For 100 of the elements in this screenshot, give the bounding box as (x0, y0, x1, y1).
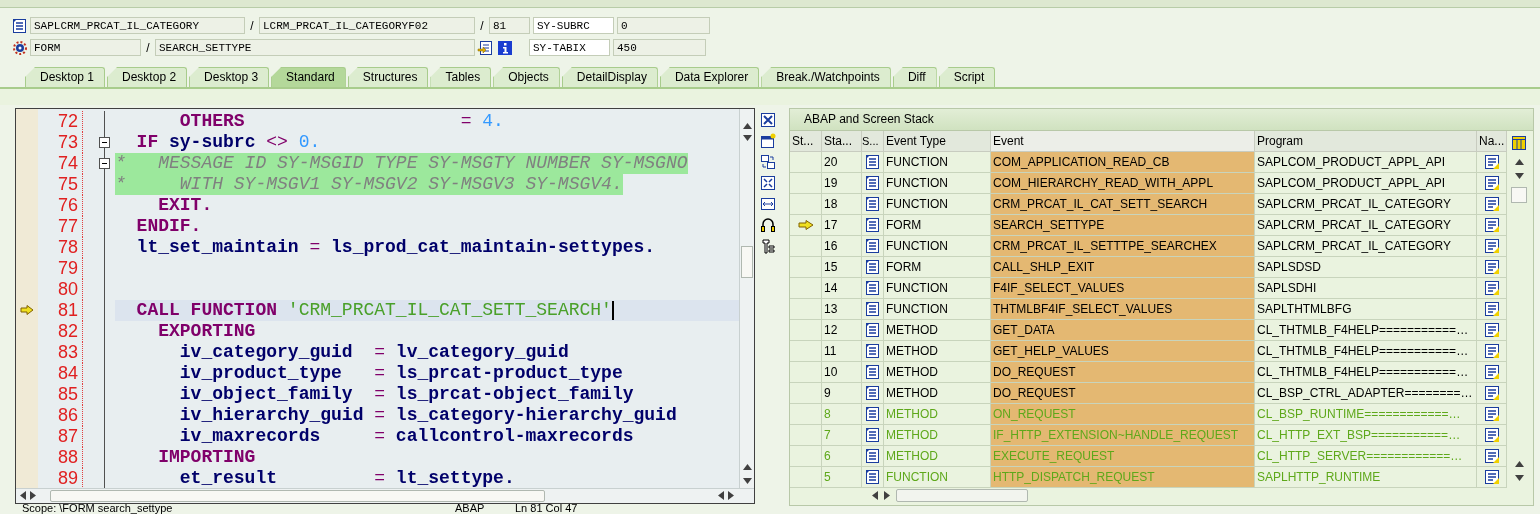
source-icon[interactable] (1483, 195, 1500, 212)
tab[interactable]: Desktop 3 (189, 66, 270, 87)
operator-text: = (373, 341, 387, 363)
operator-text: = (373, 362, 387, 384)
scroll-down-icon[interactable] (1514, 474, 1524, 481)
source-icon[interactable] (1483, 321, 1500, 338)
source-icon[interactable] (1483, 426, 1500, 443)
scroll-right-icon[interactable] (30, 491, 36, 501)
scroll-up-icon[interactable] (742, 463, 752, 470)
table-cell: 14 (822, 277, 862, 299)
column-header[interactable]: Event Type (884, 130, 991, 152)
table-cell: 6 (822, 445, 862, 467)
tab[interactable]: Data Explorer (659, 66, 760, 87)
stack-row[interactable]: 14 FUNCTION F4IF_SELECT_VALUES SAPLSDHI (790, 277, 1507, 299)
scrollbar-thumb[interactable] (896, 489, 1028, 503)
comment-text: * MESSAGE ID SY-MSGID TYPE SY-MSGTY NUMBER SY-MSGNO (115, 152, 688, 174)
tab[interactable]: Diff (892, 66, 937, 87)
scroll-up-icon[interactable] (742, 122, 752, 129)
scope-text: Scope: \FORM search_settype (22, 501, 174, 514)
close-icon[interactable] (760, 111, 776, 128)
source-icon[interactable] (1483, 258, 1500, 275)
source-icon[interactable] (1483, 174, 1500, 191)
column-header[interactable]: Na... (1477, 130, 1507, 152)
source-icon[interactable] (1483, 405, 1500, 422)
column-settings-icon[interactable] (1511, 134, 1527, 151)
collapse-icon[interactable] (98, 157, 110, 169)
tab[interactable]: Desktop 1 (25, 66, 106, 87)
scroll-left-icon[interactable] (872, 491, 878, 501)
stack-row[interactable]: 15 FORM CALL_SHLP_EXIT SAPLSDSD (790, 256, 1507, 278)
operator-text: = (373, 467, 387, 488)
line-number: 88 (38, 446, 83, 468)
source-icon[interactable] (1483, 342, 1500, 359)
line-number: 79 (38, 257, 83, 279)
stack-row[interactable]: 20 FUNCTION COM_APPLICATION_READ_CB SAPLCOM_PRODUCT_APPL_API (790, 151, 1507, 173)
variable-name-field: SY-TABIX (529, 39, 610, 57)
table-cell: F4IF_SELECT_VALUES (991, 277, 1255, 299)
stack-row[interactable]: 17 FORM SEARCH_SETTYPE SAPLCRM_PRCAT_IL_CATEGORY (790, 214, 1507, 236)
tab[interactable]: Tables (430, 66, 492, 87)
column-header[interactable]: St... (790, 130, 822, 152)
stack-row[interactable]: 16 FUNCTION CRM_PRCAT_IL_SETTTPE_SEARCHEX SAPLCRM_PRCAT_IL_CATEGORY (790, 235, 1507, 257)
source-icon[interactable] (1483, 153, 1500, 170)
tab[interactable]: DetailDisplay (561, 66, 658, 87)
source-icon[interactable] (1483, 447, 1500, 464)
scrollbar-thumb[interactable] (1511, 186, 1527, 203)
scroll-right-icon[interactable] (884, 491, 890, 501)
stack-row[interactable]: 18 FUNCTION CRM_PRCAT_IL_CAT_SETT_SEARCH SAPLCRM_PRCAT_IL_CATEGORY (790, 193, 1507, 215)
navigate-icon[interactable] (477, 39, 493, 56)
table-cell: SAPLSDHI (1255, 277, 1477, 299)
identifier-text: iv_maxrecords (178, 425, 321, 447)
stack-row[interactable]: 13 FUNCTION THTMLBF4IF_SELECT_VALUES SAPLTHTMLBFG (790, 298, 1507, 320)
table-cell: SAPLCOM_PRODUCT_APPL_API (1255, 151, 1477, 173)
source-icon[interactable] (1483, 237, 1500, 254)
scroll-down-icon[interactable] (1514, 172, 1524, 179)
source-icon[interactable] (1483, 468, 1500, 485)
table-cell: 18 (822, 193, 862, 215)
source-icon[interactable] (1483, 384, 1500, 401)
new-window-icon[interactable] (760, 132, 776, 149)
info-icon[interactable] (497, 39, 513, 56)
scroll-up-icon[interactable] (1514, 460, 1524, 467)
column-header[interactable]: Sta... (822, 130, 862, 152)
maximize-icon[interactable] (760, 174, 776, 191)
tab[interactable]: Script (938, 66, 996, 87)
scroll-down-icon[interactable] (742, 134, 752, 141)
scroll-up-icon[interactable] (1514, 158, 1524, 165)
source-icon[interactable] (1483, 363, 1500, 380)
scrollbar-thumb[interactable] (50, 489, 545, 502)
scroll-down-icon[interactable] (742, 477, 752, 484)
scroll-left-icon[interactable] (20, 491, 26, 501)
tab[interactable]: Structures (347, 66, 429, 87)
headset-icon[interactable] (760, 216, 776, 233)
separator-text: / (145, 40, 151, 55)
scrollbar-thumb[interactable] (741, 245, 753, 278)
table-cell: 11 (822, 340, 862, 362)
column-header[interactable]: S... (862, 130, 884, 152)
collapse-icon[interactable] (98, 136, 110, 148)
stack-row[interactable]: 11 METHOD GET_HELP_VALUES CL_THTMLB_F4HELP===========… (790, 340, 1507, 362)
tab[interactable]: Desktop 2 (107, 66, 188, 87)
windows-icon[interactable] (760, 153, 776, 170)
column-header[interactable]: Program (1255, 130, 1477, 152)
column-header[interactable]: Event (991, 130, 1255, 152)
table-cell: COM_HIERARCHY_READ_WITH_APPL (991, 172, 1255, 194)
variable-value-field: 450 (613, 39, 706, 57)
stack-row[interactable]: 19 FUNCTION COM_HIERARCHY_READ_WITH_APPL SAPLCOM_PRODUCT_APPL_API (790, 172, 1507, 194)
tab[interactable]: Standard (271, 66, 346, 87)
identifier-text: lv_category_guid (395, 341, 569, 363)
tools-icon[interactable] (760, 237, 776, 254)
scroll-right-icon[interactable] (728, 491, 734, 501)
scroll-left-icon[interactable] (718, 491, 724, 501)
tab[interactable]: Break./Watchpoints (761, 66, 891, 87)
source-icon[interactable] (1483, 216, 1500, 233)
source-icon[interactable] (1483, 300, 1500, 317)
source-icon[interactable] (1483, 279, 1500, 296)
stack-row[interactable]: 9 METHOD DO_REQUEST CL_BSP_CTRL_ADAPTER========… (790, 382, 1507, 404)
identifier-text: ls_prcat-object_family (395, 383, 634, 405)
stack-row[interactable]: 12 METHOD GET_DATA CL_THTMLB_F4HELP===========… (790, 319, 1507, 341)
document-icon (864, 321, 881, 338)
tab[interactable]: Objects (493, 66, 560, 87)
stack-row[interactable]: 10 METHOD DO_REQUEST CL_THTMLB_F4HELP===========… (790, 361, 1507, 383)
table-cell: SEARCH_SETTYPE (991, 214, 1255, 236)
resize-icon[interactable] (760, 195, 776, 212)
